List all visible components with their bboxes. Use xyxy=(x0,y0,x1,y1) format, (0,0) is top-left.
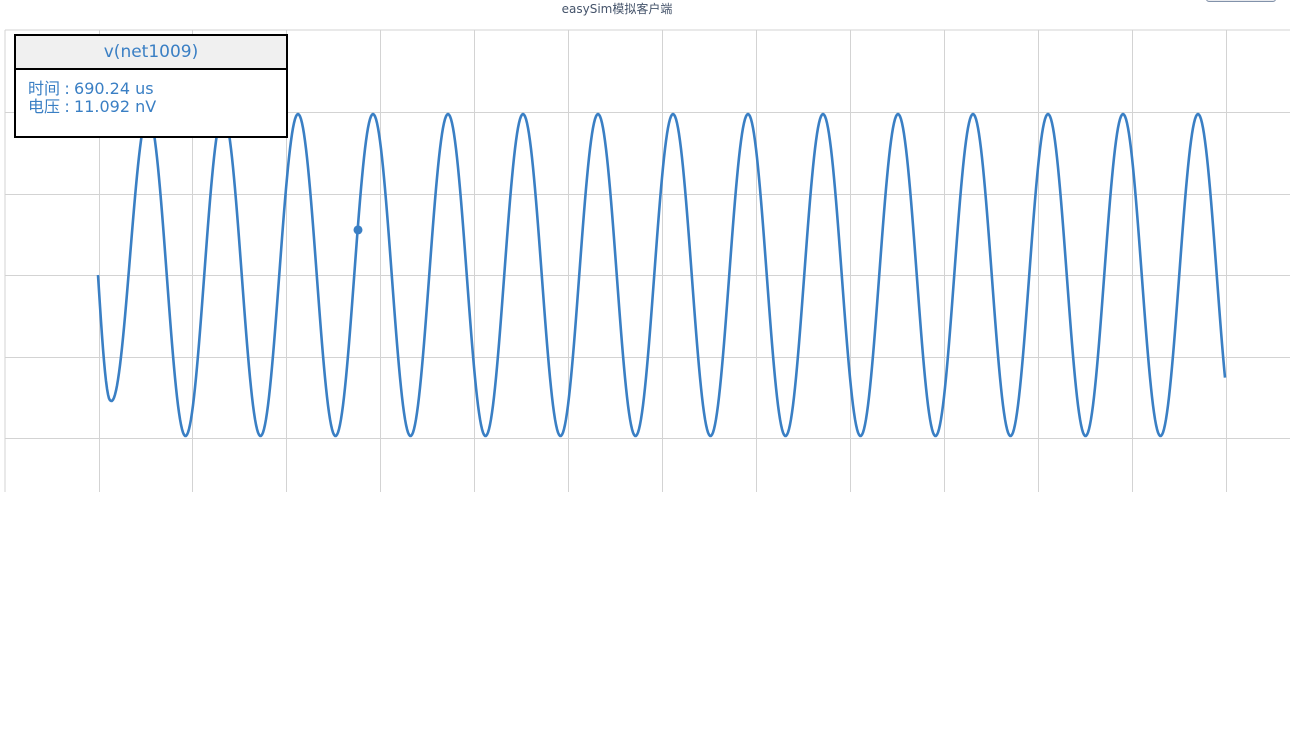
tooltip-voltage-label: 电压 xyxy=(28,97,61,116)
tooltip-voltage-row: 电压:11.092 nV xyxy=(28,98,286,116)
tooltip-time-label: 时间 xyxy=(28,79,61,98)
tooltip-separator: : xyxy=(64,97,70,116)
waveform-viewer: easySim模拟客户端 v(net1009) 时间:690.24 us 电压:… xyxy=(0,0,1290,751)
tooltip-time-value: 690.24 us xyxy=(74,79,154,98)
tooltip-body: 时间:690.24 us 电压:11.092 nV xyxy=(16,70,286,116)
value-tooltip: v(net1009) 时间:690.24 us 电压:11.092 nV xyxy=(14,34,288,138)
hover-point xyxy=(353,225,363,235)
tooltip-voltage-value: 11.092 nV xyxy=(74,97,157,116)
tooltip-separator: : xyxy=(64,79,70,98)
tooltip-series-name: v(net1009) xyxy=(16,36,286,70)
tooltip-time-row: 时间:690.24 us xyxy=(28,80,286,98)
series-line-v-net1009 xyxy=(96,112,1227,438)
